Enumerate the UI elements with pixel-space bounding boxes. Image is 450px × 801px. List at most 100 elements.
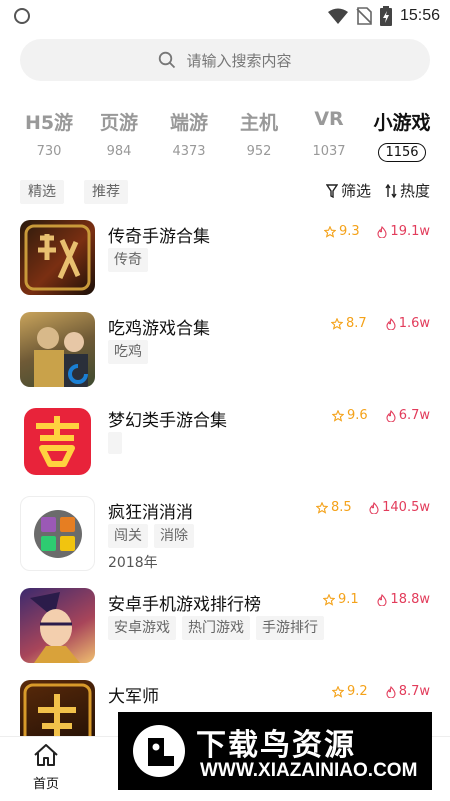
heat-value: 140.5w: [382, 500, 430, 515]
tab-count: 952: [246, 144, 272, 159]
home-icon: [34, 744, 58, 766]
watermark-url: WWW.XIAZAINIAO.COM: [200, 760, 418, 781]
rating: 8.7: [331, 316, 367, 331]
heat-value: 18.8w: [390, 592, 430, 607]
tab-count: 984: [106, 144, 132, 159]
tab-pc-games[interactable]: 端游 4373: [154, 108, 224, 159]
status-time: 15:56: [399, 7, 440, 24]
shield-icon: [14, 8, 30, 24]
rating-value: 8.7: [346, 316, 367, 331]
chip-recommended[interactable]: 推荐: [84, 180, 128, 204]
tab-label: 端游: [169, 112, 208, 134]
nav-home[interactable]: 首页: [24, 743, 68, 792]
star-icon: [316, 501, 328, 514]
heat: 8.7w: [386, 684, 430, 699]
tab-label: H5游: [24, 112, 74, 134]
tag[interactable]: 手游排行: [256, 616, 324, 640]
rating: 9.3: [324, 224, 360, 239]
star-icon: [324, 225, 336, 238]
flame-icon: [386, 685, 396, 698]
bird-logo-icon: [133, 725, 185, 777]
list-item[interactable]: 疯狂消消消 闯关 消除 2018年 8.5 140.5w: [0, 486, 450, 578]
game-title: 疯狂消消消: [108, 503, 193, 523]
heat: 140.5w: [369, 500, 430, 515]
funnel-icon: [325, 183, 338, 198]
fantasy-game-icon: [20, 404, 95, 479]
tab-h5[interactable]: H5游 730: [14, 108, 84, 159]
tag[interactable]: 热门游戏: [182, 616, 250, 640]
tab-count: 1037: [312, 144, 346, 159]
star-icon: [332, 685, 344, 698]
flame-icon: [377, 225, 387, 238]
star-icon: [331, 317, 343, 330]
match-puzzle-game-icon: [20, 496, 95, 571]
tab-label: 主机: [239, 112, 278, 134]
tag[interactable]: 传奇: [108, 248, 148, 272]
list-item[interactable]: 安卓手机游戏排行榜 安卓游戏 热门游戏 手游排行 9.1 18.8w: [0, 578, 450, 670]
search-icon: [159, 51, 176, 69]
game-title: 安卓手机游戏排行榜: [108, 595, 261, 615]
rating: 9.1: [323, 592, 359, 607]
legend-game-icon: [20, 220, 95, 295]
tab-label: VR: [314, 108, 344, 130]
rating: 9.2: [332, 684, 368, 699]
tab-count: 1156: [378, 143, 426, 162]
sort-label: 热度: [399, 182, 430, 200]
filter-label: 筛选: [340, 182, 371, 200]
nav-home-label: 首页: [32, 777, 59, 792]
flame-icon: [377, 593, 387, 606]
list-item[interactable]: 梦幻类手游合集 9.6 6.7w: [0, 394, 450, 486]
status-icons: 15:56: [327, 5, 440, 27]
star-icon: [323, 593, 335, 606]
category-tabs: H5游 730 页游 984 端游 4373 主机 952 VR 1037 小游…: [0, 108, 450, 168]
heat: 19.1w: [377, 224, 430, 239]
sort-icon: [385, 183, 397, 198]
tab-label: 小游戏: [373, 112, 431, 134]
game-title: 大军师: [108, 687, 159, 707]
rating: 8.5: [316, 500, 352, 515]
filter-bar: 精选 推荐 筛选 热度: [20, 178, 430, 206]
chip-featured[interactable]: 精选: [20, 180, 64, 204]
heat: 18.8w: [377, 592, 430, 607]
no-sim-icon: [356, 7, 372, 25]
rating: 9.6: [332, 408, 368, 423]
watermark-title: 下载鸟资源: [196, 728, 356, 763]
tab-count: 4373: [172, 144, 206, 159]
tag-empty: [108, 432, 123, 454]
status-bar: 15:56: [0, 0, 450, 32]
wifi-icon: [327, 8, 348, 24]
flame-icon: [386, 409, 396, 422]
list-item[interactable]: 传奇手游合集 传奇 9.3 19.1w: [0, 210, 450, 302]
tab-mini-games[interactable]: 小游戏 1156: [364, 108, 440, 162]
tag[interactable]: 吃鸡: [108, 340, 148, 364]
game-title: 吃鸡游戏合集: [108, 319, 210, 339]
heat-value: 1.6w: [398, 316, 430, 331]
rating-value: 9.3: [339, 224, 360, 239]
heat: 1.6w: [386, 316, 430, 331]
star-icon: [332, 409, 344, 422]
tab-vr[interactable]: VR 1037: [294, 108, 364, 159]
heat: 6.7w: [386, 408, 430, 423]
tag[interactable]: 闯关: [108, 524, 148, 548]
rating-value: 9.6: [347, 408, 368, 423]
battery-icon: [379, 6, 392, 26]
game-title: 传奇手游合集: [108, 227, 210, 247]
rating-value: 8.5: [331, 500, 352, 515]
flame-icon: [386, 317, 396, 330]
tag[interactable]: 安卓游戏: [108, 616, 176, 640]
tab-web-games[interactable]: 页游 984: [84, 108, 154, 159]
heat-value: 19.1w: [390, 224, 430, 239]
rating-value: 9.1: [338, 592, 359, 607]
sort-button[interactable]: 热度: [385, 180, 430, 201]
tab-console[interactable]: 主机 952: [224, 108, 294, 159]
list-item[interactable]: 吃鸡游戏合集 吃鸡 8.7 1.6w: [0, 302, 450, 394]
android-ranking-game-icon: [20, 588, 95, 663]
game-title: 梦幻类手游合集: [108, 411, 227, 431]
tag[interactable]: 消除: [154, 524, 194, 548]
flame-icon: [369, 501, 379, 514]
tab-count: 730: [36, 144, 62, 159]
rating-value: 9.2: [347, 684, 368, 699]
filter-button[interactable]: 筛选: [325, 180, 371, 201]
search-input[interactable]: 请输入搜索内容: [20, 39, 430, 81]
release-year: 2018年: [108, 555, 158, 571]
